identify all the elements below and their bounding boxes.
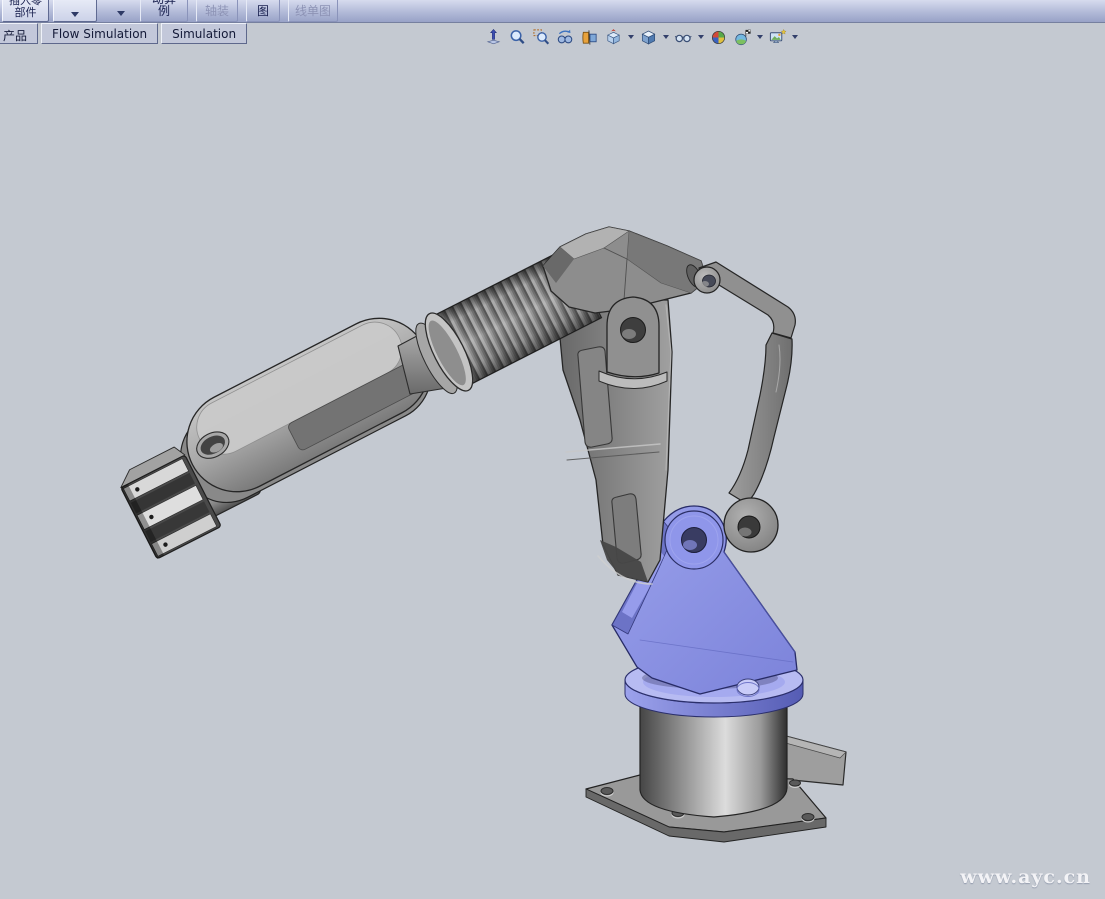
previous-view-icon[interactable] (555, 27, 576, 48)
tab-simulation[interactable]: Simulation (161, 23, 247, 44)
watermark: www.ayc.cn (960, 866, 1091, 888)
toolbar-dropdown-button-2[interactable] (103, 0, 139, 22)
shoulder-bracket-lug[interactable] (665, 511, 723, 569)
chevron-down-icon (71, 12, 79, 17)
view-orientation-dropdown[interactable] (628, 35, 634, 39)
axis-mount-button[interactable]: 轴装 (196, 0, 238, 22)
zoom-in-out-icon[interactable] (483, 27, 504, 48)
toolbar-dropdown-button-1[interactable] (53, 0, 97, 22)
line-sketch-label: 线单图 (295, 5, 331, 17)
tab-flow-simulation[interactable]: Flow Simulation (41, 23, 158, 44)
viewport-3d-model[interactable] (0, 0, 1105, 899)
apply-scene-icon[interactable] (732, 27, 753, 48)
display-style-dropdown[interactable] (663, 35, 669, 39)
zoom-to-area-icon[interactable] (531, 27, 552, 48)
motion-study-label: 动算例 (147, 0, 181, 17)
edit-appearance-icon[interactable] (708, 27, 729, 48)
insert-components-button[interactable]: 插入零部件 (2, 0, 49, 22)
hide-show-items-icon[interactable] (673, 27, 694, 48)
motion-study-button[interactable]: 动算例 (140, 0, 188, 22)
tab-product[interactable]: 产品 (0, 23, 38, 44)
commandmanager-tabs: 产品 Flow Simulation Simulation (0, 23, 250, 44)
line-sketch-button[interactable]: 线单图 (288, 0, 338, 22)
command-toolbar: 插入零部件 动算例 轴装 图 线单图 (0, 0, 1105, 23)
view-label: 图 (257, 5, 269, 17)
view-settings-icon[interactable] (767, 27, 788, 48)
axis-mount-label: 轴装 (205, 5, 229, 17)
view-orientation-icon[interactable] (603, 27, 624, 48)
view-settings-dropdown[interactable] (792, 35, 798, 39)
display-style-icon[interactable] (638, 27, 659, 48)
section-view-icon[interactable] (579, 27, 600, 48)
hide-show-items-dropdown[interactable] (698, 35, 704, 39)
heads-up-view-toolbar (483, 26, 799, 48)
forearm-housing[interactable] (165, 301, 447, 518)
view-button[interactable]: 图 (246, 0, 280, 22)
zoom-to-fit-icon[interactable] (507, 27, 528, 48)
insert-components-label: 插入零部件 (6, 0, 46, 19)
apply-scene-dropdown[interactable] (757, 35, 763, 39)
chevron-down-icon (117, 11, 125, 16)
base-gusset-fin[interactable] (782, 735, 846, 785)
